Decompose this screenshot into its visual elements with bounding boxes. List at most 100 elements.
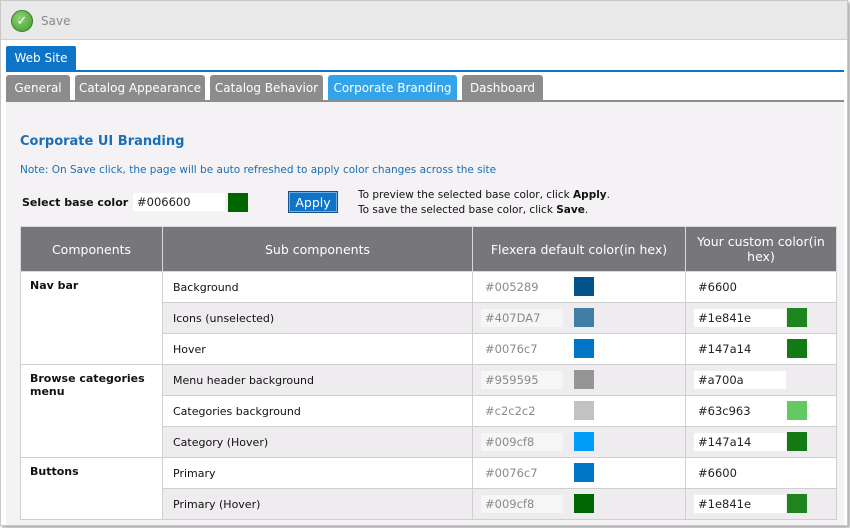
base-color-input[interactable] — [133, 193, 225, 211]
default-color-cell: #c2c2c2 — [472, 395, 686, 427]
component-cell: Nav bar — [20, 271, 163, 365]
default-color-swatch — [574, 432, 594, 451]
default-color-cell: #407DA7 — [472, 302, 686, 334]
preview-hint-end: . — [606, 189, 610, 201]
default-color-swatch — [574, 277, 594, 296]
header-sub-components: Sub components — [162, 226, 473, 272]
table-body: Nav bar Background #005289 Icons (unselecte… — [20, 271, 837, 520]
save-hint-bold: Save — [556, 204, 585, 216]
save-hint-text: To save the selected base color, click — [358, 204, 557, 216]
custom-hex-input[interactable] — [694, 495, 786, 513]
default-color-cell: #009cf8 — [472, 426, 686, 458]
default-color-swatch — [574, 463, 594, 482]
custom-hex-input[interactable] — [694, 433, 786, 451]
save-hint-end: . — [584, 204, 589, 216]
default-color-swatch — [574, 401, 594, 420]
default-hex-value: #0076c7 — [481, 340, 563, 358]
tab-divider — [6, 70, 844, 72]
base-color-swatch[interactable] — [228, 193, 248, 212]
sub-component-cell: Icons (unselected) — [162, 302, 473, 334]
tab-catalog-appearance[interactable]: Catalog Appearance — [75, 75, 205, 100]
tab-web-site[interactable]: Web Site — [6, 46, 76, 70]
sub-component-cell: Primary — [162, 457, 473, 489]
sub-component-label: Primary — [173, 467, 216, 480]
header-custom-color: Your custom color(in hex) — [685, 226, 837, 272]
custom-color-cell — [685, 302, 837, 334]
default-color-swatch — [574, 494, 594, 513]
custom-hex-input[interactable] — [694, 309, 786, 327]
save-button[interactable]: ✓ Save — [11, 10, 70, 32]
sub-component-cell: Hover — [162, 333, 473, 365]
component-cell: Buttons — [20, 457, 163, 520]
sub-component-label: Primary (Hover) — [173, 498, 261, 511]
custom-color-cell — [685, 333, 837, 365]
header-components: Components — [20, 226, 163, 272]
sub-component-label: Icons (unselected) — [173, 312, 275, 325]
sub-component-cell: Menu header background — [162, 364, 473, 396]
sub-component-label: Category (Hover) — [173, 436, 269, 449]
custom-color-cell — [685, 488, 837, 520]
tab-catalog-behavior[interactable]: Catalog Behavior — [210, 75, 323, 100]
toolbar: ✓ Save — [1, 1, 847, 40]
section-title: Corporate UI Branding — [20, 134, 185, 149]
refresh-note: Note: On Save click, the page will be au… — [20, 164, 497, 176]
preview-hint: To preview the selected base color, clic… — [358, 189, 610, 201]
custom-hex-input[interactable] — [694, 402, 786, 420]
preview-hint-bold: Apply — [573, 189, 607, 201]
sub-component-label: Hover — [173, 343, 206, 356]
table-row: Browse categories menu Menu header backgr… — [20, 364, 837, 458]
default-hex-value: #407DA7 — [481, 309, 563, 327]
default-color-cell: #0076c7 — [472, 457, 686, 489]
custom-hex-input[interactable] — [694, 371, 786, 389]
component-cell: Browse categories menu — [20, 364, 163, 458]
default-hex-value: #959595 — [481, 371, 563, 389]
custom-color-cell — [685, 395, 837, 427]
default-color-swatch — [574, 370, 594, 389]
sub-component-label: Background — [173, 281, 239, 294]
header-default-color: Flexera default color(in hex) — [472, 226, 686, 272]
custom-hex-input[interactable] — [694, 340, 786, 358]
sub-component-cell: Primary (Hover) — [162, 488, 473, 520]
tab-general[interactable]: General — [6, 75, 70, 100]
custom-color-swatch[interactable] — [787, 401, 807, 420]
tab-corporate-branding[interactable]: Corporate Branding — [328, 75, 457, 100]
default-hex-value: #c2c2c2 — [481, 402, 563, 420]
custom-color-cell — [685, 457, 837, 489]
custom-color-cell — [685, 364, 837, 396]
tab-dashboard[interactable]: Dashboard — [462, 75, 543, 100]
default-color-swatch — [574, 308, 594, 327]
preview-hint-text: To preview the selected base color, clic… — [358, 189, 574, 201]
base-color-label: Select base color : — [22, 196, 137, 209]
custom-color-cell — [685, 426, 837, 458]
default-hex-value: #009cf8 — [481, 433, 563, 451]
custom-color-cell — [685, 271, 837, 303]
sub-component-label: Categories background — [173, 405, 301, 418]
custom-hex-input[interactable] — [694, 278, 786, 296]
custom-hex-input[interactable] — [694, 464, 786, 482]
default-color-cell: #009cf8 — [472, 488, 686, 520]
custom-color-swatch[interactable] — [787, 432, 807, 451]
sub-component-cell: Background — [162, 271, 473, 303]
checkmark-circle-icon: ✓ — [11, 10, 33, 32]
default-hex-value: #005289 — [481, 278, 563, 296]
custom-color-swatch[interactable] — [787, 339, 807, 358]
table-header-row: Components Sub components Flexera defaul… — [20, 226, 837, 272]
save-hint: To save the selected base color, click S… — [358, 204, 588, 216]
apply-button[interactable]: Apply — [288, 191, 338, 213]
default-color-cell: #0076c7 — [472, 333, 686, 365]
default-color-cell: #959595 — [472, 364, 686, 396]
custom-color-swatch[interactable] — [787, 308, 807, 327]
sub-component-cell: Category (Hover) — [162, 426, 473, 458]
table-row: Nav bar Background #005289 — [20, 271, 837, 365]
save-label: Save — [41, 14, 71, 28]
custom-color-swatch[interactable] — [787, 494, 807, 513]
default-hex-value: #009cf8 — [481, 495, 563, 513]
default-color-cell: #005289 — [472, 271, 686, 303]
sub-component-label: Menu header background — [173, 374, 315, 387]
branding-table: Components Sub components Flexera defaul… — [20, 226, 837, 520]
table-row: Buttons Primary #0076c7 — [20, 457, 837, 520]
sub-component-cell: Categories background — [162, 395, 473, 427]
app-window: ✓ Save Web Site General Catalog Appearan… — [0, 0, 848, 526]
default-color-swatch — [574, 339, 594, 358]
default-hex-value: #0076c7 — [481, 464, 563, 482]
